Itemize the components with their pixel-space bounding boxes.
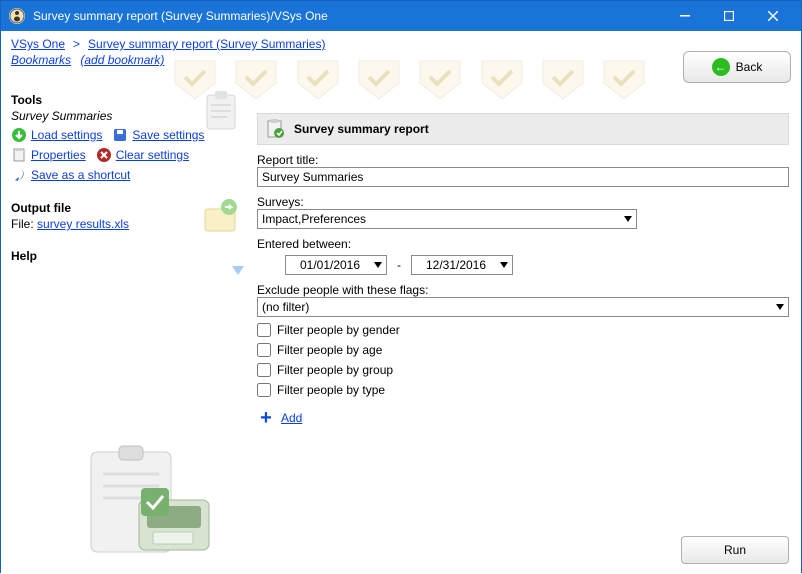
clear-settings-icon [96,147,112,163]
properties-link[interactable]: Properties [31,148,86,162]
filter-type-label: Filter people by type [277,383,385,397]
output-file-link[interactable]: survey results.xls [37,217,129,231]
filter-type-checkbox[interactable] [257,383,271,397]
help-heading: Help [11,249,251,263]
date-dash: - [395,258,403,272]
back-button[interactable]: ← Back [683,51,791,83]
maximize-button[interactable] [707,1,751,31]
panel-title: Survey summary report [294,122,429,136]
main-panel: Survey summary report Report title: Surv… [251,83,801,528]
load-settings-link[interactable]: Load settings [31,128,102,142]
minimize-button[interactable] [663,1,707,31]
output-heading: Output file [11,201,251,215]
save-settings-icon [112,127,128,143]
exclude-flags-select[interactable]: (no filter) [257,297,789,317]
report-title-input[interactable] [257,167,789,187]
filter-age-checkbox[interactable] [257,343,271,357]
surveys-label: Surveys: [257,195,789,209]
surveys-select[interactable]: Impact,Preferences [257,209,637,229]
filter-group-label: Filter people by group [277,363,393,377]
app-icon [9,8,25,24]
panel-header: Survey summary report [257,113,789,145]
filter-gender-checkbox[interactable] [257,323,271,337]
breadcrumb: VSys One > Survey summary report (Survey… [1,31,801,53]
load-settings-icon [11,127,27,143]
breadcrumb-separator: > [69,37,84,51]
back-label: Back [736,60,763,74]
add-filter-link[interactable]: Add [281,411,302,425]
exclude-flags-label: Exclude people with these flags: [257,283,789,297]
back-arrow-icon: ← [712,58,730,76]
add-filter-icon[interactable]: + [257,409,275,427]
window-title: Survey summary report (Survey Summaries)… [33,9,663,23]
report-title-label: Report title: [257,153,789,167]
titlebar: Survey summary report (Survey Summaries)… [1,1,801,31]
tools-heading: Tools [11,93,251,107]
properties-icon [11,147,27,163]
date-to-picker[interactable]: 12/31/2016 [411,255,513,275]
filter-gender-row[interactable]: Filter people by gender [257,323,789,337]
filter-group-row[interactable]: Filter people by group [257,363,789,377]
file-prefix: File: [11,217,37,231]
filter-group-checkbox[interactable] [257,363,271,377]
clear-settings-link[interactable]: Clear settings [116,148,189,162]
run-button[interactable]: Run [681,536,789,564]
filter-gender-label: Filter people by gender [277,323,400,337]
tools-subtitle: Survey Summaries [11,109,251,123]
bookmarks-link[interactable]: Bookmarks [11,53,71,67]
shortcut-icon [11,167,27,183]
entered-between-label: Entered between: [257,237,789,251]
filter-type-row[interactable]: Filter people by type [257,383,789,397]
save-shortcut-link[interactable]: Save as a shortcut [31,168,130,182]
breadcrumb-root[interactable]: VSys One [11,37,65,51]
close-button[interactable] [751,1,795,31]
add-bookmark-link[interactable]: (add bookmark) [80,53,164,67]
breadcrumb-current[interactable]: Survey summary report (Survey Summaries) [88,37,325,51]
date-from-picker[interactable]: 01/01/2016 [285,255,387,275]
report-icon [264,118,286,140]
filter-age-label: Filter people by age [277,343,382,357]
save-settings-link[interactable]: Save settings [132,128,204,142]
clipboard-printer-icon [81,444,221,564]
filter-age-row[interactable]: Filter people by age [257,343,789,357]
